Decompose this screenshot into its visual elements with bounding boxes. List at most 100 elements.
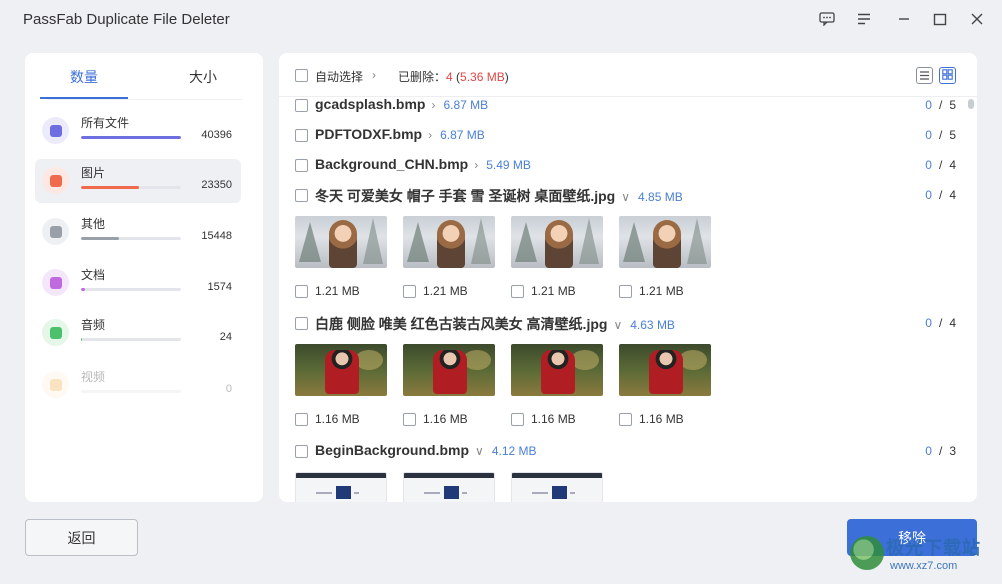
image-thumbnail[interactable]: [511, 472, 603, 502]
tab-count[interactable]: 数量: [40, 67, 128, 99]
group-checkbox[interactable]: [295, 159, 308, 172]
image-thumbnail[interactable]: [403, 344, 495, 396]
category-item[interactable]: 所有文件 40396: [35, 109, 241, 153]
file-thumbnail-card[interactable]: 1.16 MB: [511, 344, 603, 426]
file-checkbox[interactable]: [295, 413, 308, 426]
thumbnail-detail: [329, 220, 357, 268]
duplicate-group-list: gcadsplash.bmp › 6.87 MB 0 / 5 PDFTODXF.bmp › 6.…: [279, 98, 977, 502]
file-checkbox[interactable]: [403, 413, 416, 426]
grid-view-icon: [942, 67, 953, 85]
image-thumbnail[interactable]: [619, 344, 711, 396]
category-label: 文档: [81, 268, 106, 282]
category-item[interactable]: 图片 23350: [35, 159, 241, 203]
group-checkbox[interactable]: [295, 317, 308, 330]
file-checkbox[interactable]: [403, 285, 416, 298]
file-thumbnail-card[interactable]: 1.16 MB: [295, 344, 387, 426]
category-panel: 数量 大小 所有文件 40396 图片 23350 其他 15448 文档 1574 音频 24 视…: [25, 53, 263, 502]
duplicate-group-header[interactable]: PDFTODXF.bmp › 6.87 MB 0 / 5: [295, 125, 961, 147]
list-view-button[interactable]: [916, 67, 933, 84]
duplicate-group-header[interactable]: 冬天 可爱美女 帽子 手套 雪 圣诞树 桌面壁纸.jpg ∨ 4.85 MB 0 / 4: [295, 185, 961, 207]
image-thumbnail[interactable]: [403, 472, 495, 502]
category-item[interactable]: 文档 1574: [35, 261, 241, 305]
minimize-button[interactable]: [893, 9, 915, 29]
group-size: 6.87 MB: [440, 128, 485, 142]
list-view-icon: [919, 67, 930, 85]
selected-count: 0: [925, 98, 933, 112]
tab-size[interactable]: 大小: [159, 67, 247, 99]
file-size: 1.21 MB: [531, 284, 576, 298]
file-checkbox[interactable]: [295, 285, 308, 298]
maximize-button[interactable]: [929, 9, 951, 29]
auto-select-checkbox[interactable]: [295, 69, 308, 82]
chevron-right-icon[interactable]: ›: [431, 98, 435, 112]
category-count: 15448: [201, 230, 232, 242]
duplicate-group-header[interactable]: BeginBackground.bmp ∨ 4.12 MB 0 / 3: [295, 441, 961, 463]
file-thumbnail-card[interactable]: [403, 472, 495, 502]
category-progress-bar: [81, 338, 181, 341]
category-progress-fill: [81, 136, 181, 139]
file-size: 1.21 MB: [639, 284, 684, 298]
menu-button[interactable]: [853, 9, 875, 29]
paren-open: (: [452, 70, 461, 84]
thumbnail-detail: [404, 473, 494, 478]
image-thumbnail[interactable]: [295, 216, 387, 268]
back-button[interactable]: 返回: [25, 519, 138, 556]
group-checkbox[interactable]: [295, 445, 308, 458]
group-checkbox[interactable]: [295, 99, 308, 112]
total-count: 5: [949, 128, 957, 142]
file-checkbox[interactable]: [619, 285, 632, 298]
group-checkbox[interactable]: [295, 129, 308, 142]
image-thumbnail[interactable]: [619, 216, 711, 268]
chevron-down-icon[interactable]: ∨: [621, 190, 630, 204]
file-thumbnail-card[interactable]: 1.21 MB: [619, 216, 711, 298]
file-thumbnail-card[interactable]: 1.21 MB: [295, 216, 387, 298]
file-checkbox[interactable]: [511, 285, 524, 298]
image-thumbnail[interactable]: [295, 344, 387, 396]
duplicate-group-header[interactable]: Background_CHN.bmp › 5.49 MB 0 / 4: [295, 155, 961, 177]
category-item[interactable]: 音频 24: [35, 311, 241, 355]
file-thumbnail-card[interactable]: 1.16 MB: [403, 344, 495, 426]
thumbnail-detail: [653, 220, 681, 268]
list-scrollbar[interactable]: [968, 99, 974, 109]
file-thumbnail-card[interactable]: 1.16 MB: [619, 344, 711, 426]
auto-select-chevron-icon[interactable]: ›: [372, 68, 376, 82]
file-thumbnail-card[interactable]: 1.21 MB: [511, 216, 603, 298]
chevron-right-icon[interactable]: ›: [474, 158, 478, 172]
group-selected-count: 0 / 4: [925, 158, 957, 172]
chevron-right-icon[interactable]: ›: [428, 128, 432, 142]
thumbnail-detail: [579, 218, 599, 264]
thumbnail-detail: [424, 492, 440, 494]
file-thumbnail-card[interactable]: [295, 472, 387, 502]
category-item[interactable]: 视频 0: [35, 363, 241, 407]
selected-count: 0: [925, 158, 933, 172]
file-checkbox[interactable]: [511, 413, 524, 426]
thumbnail-detail: [512, 473, 602, 478]
image-thumbnail[interactable]: [511, 216, 603, 268]
category-progress-fill: [81, 338, 82, 341]
auto-select-label[interactable]: 自动选择: [315, 68, 363, 85]
image-icon-glyph: [49, 174, 62, 187]
image-thumbnail[interactable]: [511, 344, 603, 396]
paren-close: ): [504, 70, 509, 84]
chevron-down-icon[interactable]: ∨: [613, 318, 622, 332]
image-thumbnail[interactable]: [403, 216, 495, 268]
watermark: 极光下载站 www.xz7.com: [850, 530, 1000, 582]
feedback-button[interactable]: [816, 9, 838, 29]
category-label: 所有文件: [81, 116, 130, 130]
image-thumbnail[interactable]: [295, 472, 387, 502]
category-count: 40396: [201, 129, 232, 141]
thumbnail-detail: [363, 218, 383, 264]
chevron-down-icon[interactable]: ∨: [475, 444, 484, 458]
duplicate-group-header[interactable]: gcadsplash.bmp › 6.87 MB 0 / 5: [295, 98, 961, 117]
thumbnail-detail: [299, 222, 321, 262]
group-checkbox[interactable]: [295, 189, 308, 202]
grid-view-button[interactable]: [939, 67, 956, 84]
file-thumbnail-card[interactable]: [511, 472, 603, 502]
file-checkbox[interactable]: [619, 413, 632, 426]
duplicate-group-header[interactable]: 白鹿 侧脸 唯美 红色古装古风美女 高清壁纸.jpg ∨ 4.63 MB 0 / 4: [295, 313, 961, 335]
category-item[interactable]: 其他 15448: [35, 210, 241, 254]
thumbnail-detail: [325, 350, 359, 394]
close-button[interactable]: [966, 9, 988, 29]
file-thumbnail-card[interactable]: 1.21 MB: [403, 216, 495, 298]
group-name-text: PDFTODXF.bmp: [315, 126, 423, 142]
